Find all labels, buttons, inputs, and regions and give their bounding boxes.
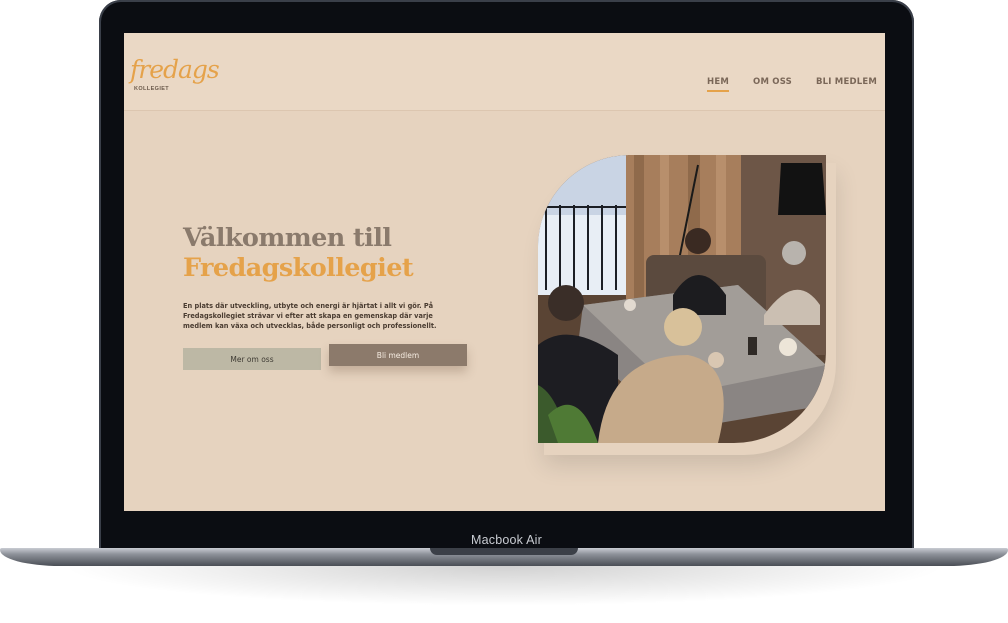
device-model-label: Macbook Air [471,533,542,547]
photo-people-at-table [538,155,826,443]
site-header: fredags KOLLEGIET HEM OM OSS BLI MEDLEM [124,33,885,111]
logo[interactable]: fredags KOLLEGIET [130,55,220,109]
hero-description: En plats där utveckling, utbyte och ener… [183,302,437,330]
hero-title-line2: Fredagskollegiet [183,253,414,283]
hero-title: Välkommen till Fredagskollegiet [183,223,414,283]
more-about-us-button[interactable]: Mer om oss [183,348,321,370]
laptop-notch [430,548,578,555]
nav-item-om-oss[interactable]: OM OSS [753,77,792,87]
nav-item-bli-medlem[interactable]: BLI MEDLEM [816,77,877,87]
hero-title-line1: Välkommen till [183,223,392,253]
screen: fredags KOLLEGIET HEM OM OSS BLI MEDLEM … [124,33,885,511]
hero-photo [538,155,826,443]
nav-item-hem[interactable]: HEM [707,77,730,92]
main-nav: HEM OM OSS BLI MEDLEM [707,77,877,92]
logo-subtitle: KOLLEGIET [134,86,170,92]
laptop-shadow [60,566,948,606]
join-button[interactable]: Bli medlem [329,344,467,366]
logo-script: fredags [130,55,220,84]
